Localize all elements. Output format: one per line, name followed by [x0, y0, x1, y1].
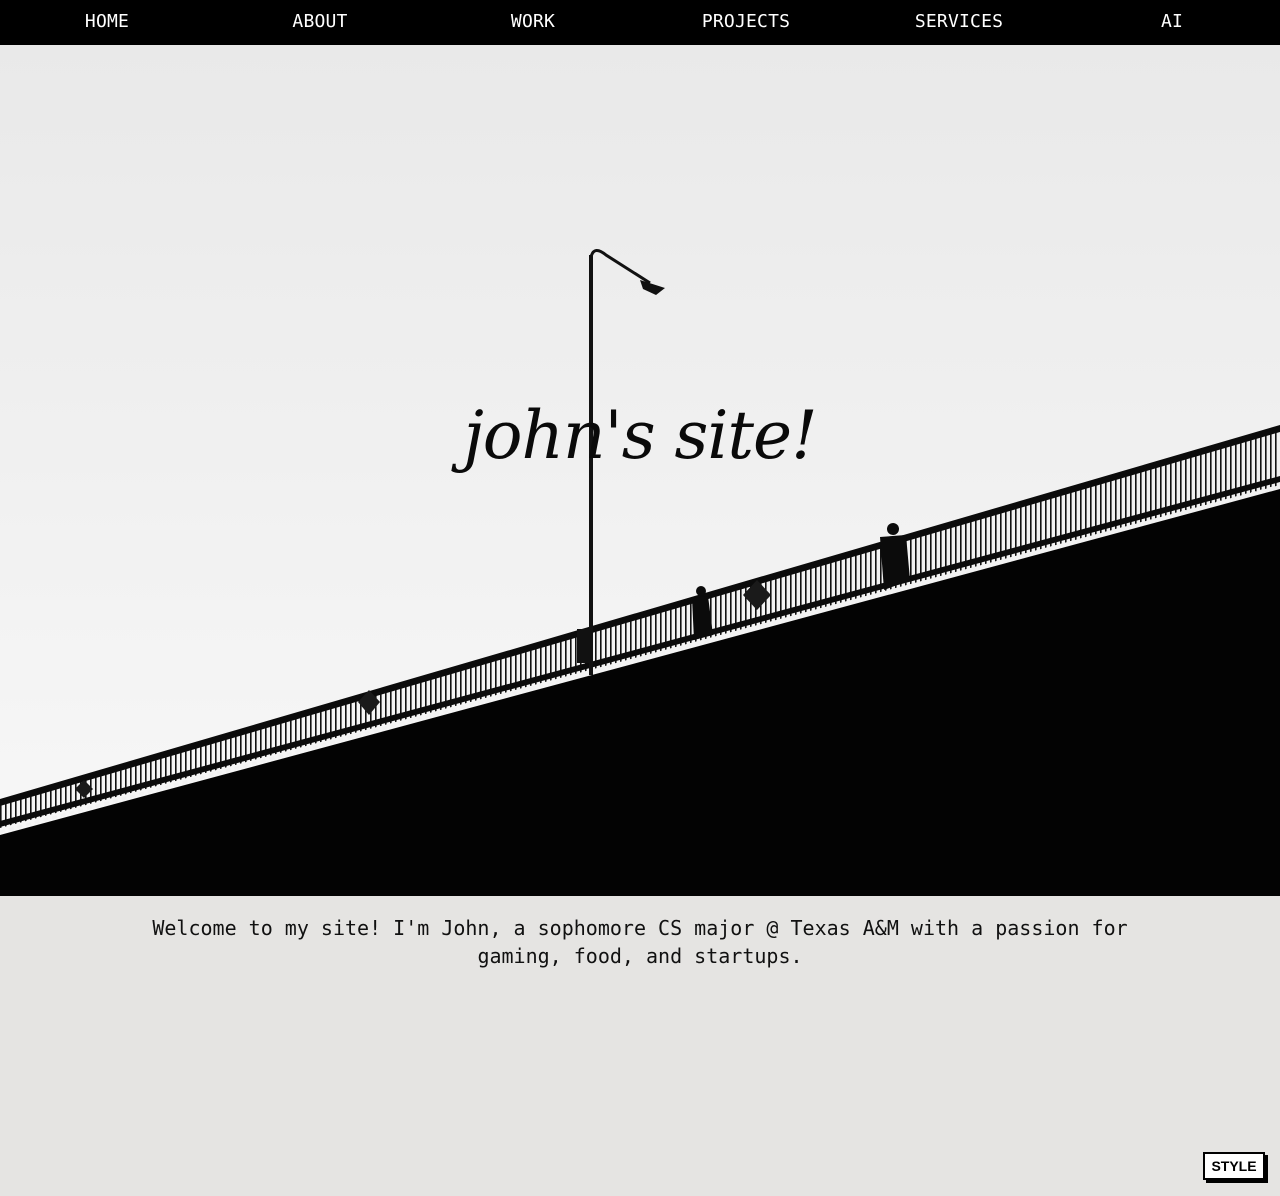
nav-ai-link[interactable]: AI [1161, 0, 1183, 45]
hero-section: john's site! [0, 45, 1280, 896]
top-nav: HOME ABOUT WORK PROJECTS SERVICES AI [0, 0, 1280, 45]
site-title: john's site! [463, 397, 817, 474]
nav-projects-link[interactable]: PROJECTS [702, 0, 790, 45]
nav-work-link[interactable]: WORK [511, 0, 555, 45]
nav-services-link[interactable]: SERVICES [915, 0, 1003, 45]
intro-text: Welcome to my site! I'm John, a sophomor… [152, 916, 1128, 968]
style-button[interactable]: STYLE [1203, 1152, 1265, 1180]
nav-about-link[interactable]: ABOUT [292, 0, 347, 45]
nav-home-link[interactable]: HOME [85, 0, 129, 45]
